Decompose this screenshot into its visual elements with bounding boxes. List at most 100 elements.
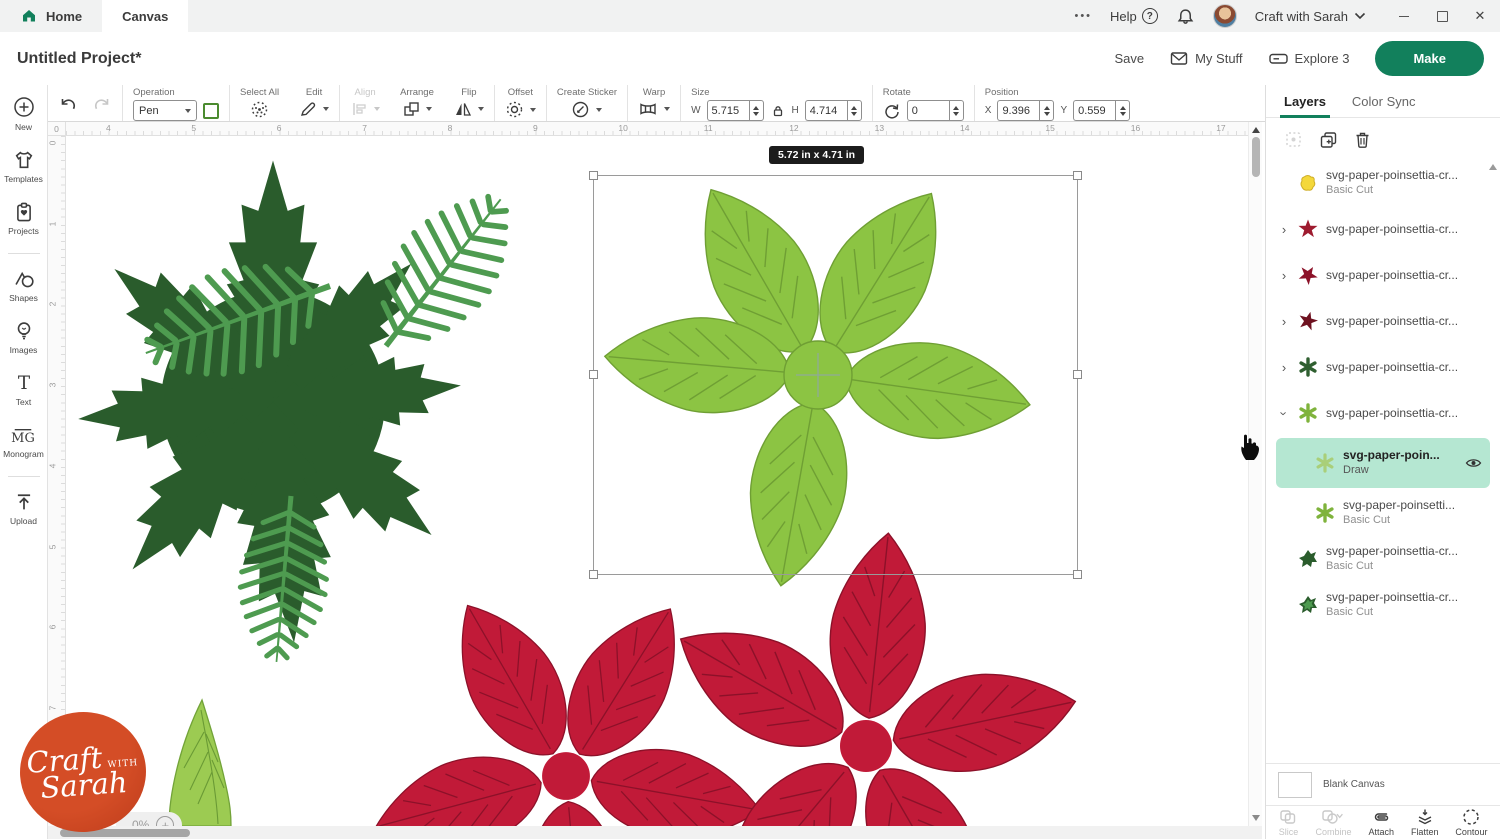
- height-input[interactable]: [805, 100, 847, 121]
- caret-icon[interactable]: [596, 108, 602, 112]
- lock-icon[interactable]: [771, 104, 785, 118]
- height-stepper[interactable]: [847, 100, 862, 121]
- layer-row[interactable]: › svg-paper-poinsettia-cr...: [1266, 390, 1500, 436]
- blank-canvas-row[interactable]: Blank Canvas: [1266, 763, 1500, 805]
- expand-chevron-icon[interactable]: ›: [1278, 222, 1290, 237]
- edit-pencil-icon[interactable]: [299, 100, 317, 118]
- warp-button[interactable]: [638, 100, 658, 118]
- visibility-eye-icon[interactable]: [1465, 456, 1482, 470]
- layer-row[interactable]: › svg-paper-poinsettia-cr...: [1266, 344, 1500, 390]
- trash-icon[interactable]: [1353, 130, 1372, 150]
- tab-canvas[interactable]: Canvas: [102, 0, 188, 32]
- width-field[interactable]: [707, 100, 764, 121]
- caret-icon[interactable]: [323, 107, 329, 111]
- account-menu[interactable]: Craft with Sarah: [1255, 9, 1366, 24]
- sidebar-item-images[interactable]: Images: [10, 320, 38, 355]
- expand-chevron-icon[interactable]: ›: [1278, 268, 1290, 283]
- caret-icon[interactable]: [530, 108, 536, 112]
- layer-row[interactable]: › svg-paper-poinsettia-cr...: [1266, 252, 1500, 298]
- green-leaf-shape[interactable]: [169, 700, 231, 826]
- sidebar-item-projects[interactable]: Projects: [8, 201, 39, 236]
- flip-button[interactable]: [454, 100, 472, 118]
- list-scroll-up-icon[interactable]: [1489, 164, 1497, 170]
- x-input[interactable]: [997, 100, 1039, 121]
- layer-row[interactable]: svg-paper-poinsettia-cr...Basic Cut: [1266, 160, 1500, 206]
- duplicate-icon[interactable]: [1318, 130, 1339, 150]
- arrange-button[interactable]: [402, 100, 420, 118]
- offset-button[interactable]: [505, 100, 524, 119]
- tab-home[interactable]: Home: [0, 0, 102, 32]
- layer-row-selected[interactable]: svg-paper-poin...Draw: [1276, 438, 1490, 488]
- rotate-stepper[interactable]: [949, 100, 964, 121]
- help-button[interactable]: Help ?: [1110, 8, 1158, 24]
- undo-button[interactable]: [58, 95, 78, 113]
- sidebar-item-new[interactable]: New: [12, 95, 36, 132]
- layer-row[interactable]: svg-paper-poinsettia-cr...Basic Cut: [1266, 536, 1500, 582]
- save-button[interactable]: Save: [1114, 51, 1144, 66]
- contour-button[interactable]: Contour: [1455, 808, 1487, 837]
- rotate-field[interactable]: [907, 100, 964, 121]
- x-field[interactable]: [997, 100, 1054, 121]
- holly-cluster-shape[interactable]: [75, 161, 464, 647]
- sidebar-item-shapes[interactable]: Shapes: [9, 268, 38, 303]
- expand-chevron-icon[interactable]: ›: [1278, 314, 1290, 329]
- selection-handle-nw[interactable]: [589, 171, 598, 180]
- tab-color-sync[interactable]: Color Sync: [1352, 94, 1416, 117]
- layer-row[interactable]: › svg-paper-poinsettia-cr...: [1266, 298, 1500, 344]
- notifications-bell-icon[interactable]: [1176, 7, 1195, 26]
- avatar[interactable]: [1213, 4, 1237, 28]
- tab-layers[interactable]: Layers: [1284, 94, 1326, 117]
- layer-row[interactable]: svg-paper-poinsettia-cr...Basic Cut: [1266, 582, 1500, 628]
- selection-handle-se[interactable]: [1073, 570, 1082, 579]
- flatten-button[interactable]: Flatten: [1411, 808, 1439, 837]
- canvas-horizontal-scrollbar[interactable]: [48, 826, 1262, 839]
- poinsettia-red-shape[interactable]: [365, 584, 768, 826]
- expand-chevron-icon[interactable]: ›: [1278, 360, 1290, 375]
- layer-row[interactable]: › svg-paper-poinsettia-cr...: [1266, 206, 1500, 252]
- sidebar-item-upload[interactable]: Upload: [10, 491, 37, 526]
- operation-select[interactable]: Pen: [133, 100, 197, 121]
- selection-handle-ne[interactable]: [1073, 171, 1082, 180]
- layer-row[interactable]: svg-paper-poinsetti...Basic Cut: [1266, 490, 1500, 536]
- redo-button[interactable]: [92, 95, 112, 113]
- y-input[interactable]: [1073, 100, 1115, 121]
- color-swatch[interactable]: [203, 103, 219, 119]
- caret-icon[interactable]: [664, 107, 670, 111]
- explore-machine-button[interactable]: Explore 3: [1269, 51, 1350, 66]
- x-stepper[interactable]: [1039, 100, 1054, 121]
- ruler-number: 7: [48, 706, 57, 711]
- rotate-icon[interactable]: [883, 102, 901, 120]
- selection-handle-w[interactable]: [589, 370, 598, 379]
- scroll-up-arrow-icon[interactable]: [1252, 127, 1260, 133]
- make-button[interactable]: Make: [1375, 41, 1484, 76]
- selection-handle-e[interactable]: [1073, 370, 1082, 379]
- sidebar-item-text[interactable]: T Text: [13, 372, 35, 407]
- zoom-in-button[interactable]: +: [156, 816, 174, 826]
- selection-handle-sw[interactable]: [589, 570, 598, 579]
- scrollbar-thumb[interactable]: [1252, 137, 1260, 177]
- canvas-vertical-scrollbar[interactable]: [1248, 122, 1262, 826]
- canvas-surface[interactable]: 5.72 in x 4.71 in 0% +: [66, 136, 1248, 826]
- collapse-chevron-icon[interactable]: ›: [1277, 407, 1292, 419]
- y-field[interactable]: [1073, 100, 1130, 121]
- y-stepper[interactable]: [1115, 100, 1130, 121]
- sidebar-item-templates[interactable]: Templates: [4, 149, 43, 184]
- minimize-button[interactable]: [1398, 10, 1410, 22]
- create-sticker-button[interactable]: [571, 100, 590, 119]
- scroll-down-arrow-icon[interactable]: [1252, 815, 1260, 821]
- caret-icon[interactable]: [478, 107, 484, 111]
- width-stepper[interactable]: [749, 100, 764, 121]
- caret-icon[interactable]: [426, 107, 432, 111]
- more-menu-button[interactable]: •••: [1074, 10, 1092, 22]
- width-input[interactable]: [707, 100, 749, 121]
- fern-shape[interactable]: [349, 170, 538, 375]
- sidebar-item-monogram[interactable]: MG Monogram: [3, 424, 44, 459]
- my-stuff-button[interactable]: My Stuff: [1170, 51, 1242, 66]
- close-button[interactable]: ✕: [1474, 10, 1486, 22]
- maximize-button[interactable]: [1436, 10, 1448, 22]
- attach-button[interactable]: Attach: [1368, 808, 1394, 837]
- selection-box[interactable]: [593, 175, 1078, 575]
- height-field[interactable]: [805, 100, 862, 121]
- select-all-button[interactable]: [250, 100, 269, 119]
- rotate-input[interactable]: [907, 100, 949, 121]
